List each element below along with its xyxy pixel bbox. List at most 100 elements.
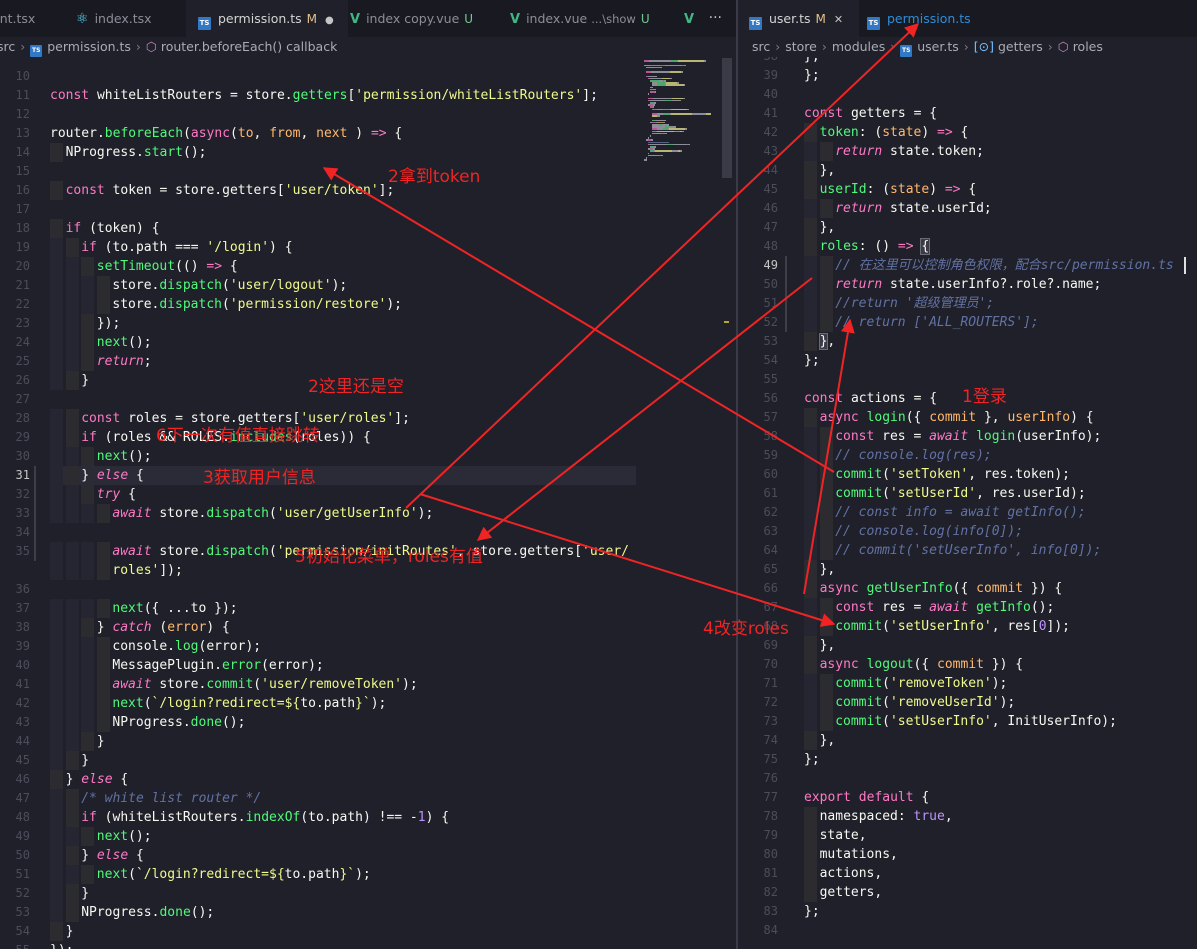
indent-guide — [50, 352, 63, 371]
tab-ent-tsx[interactable]: ent.tsx — [0, 0, 62, 37]
code-token: 'setUserInfo' — [889, 714, 992, 729]
code-line: try { — [97, 485, 136, 504]
indent-guide — [804, 883, 817, 902]
code-token: }, — [819, 733, 836, 748]
indent-guide — [81, 276, 95, 295]
breadcrumb-item[interactable]: getters — [998, 39, 1043, 54]
code-line: await store.commit('user/removeToken'); — [112, 675, 417, 694]
right-code-editor[interactable]: 38 39 40 41 42 43 44 45 46 47 48 49 50 51 52 53 54 55 56 57… — [738, 57, 1197, 949]
code-token: }) { — [983, 657, 1024, 672]
line-number: 44 — [763, 163, 778, 177]
tab-permission-ts[interactable]: TS permission.ts — [858, 0, 987, 37]
minimap-stroke — [685, 128, 688, 130]
indent-guide — [65, 333, 79, 352]
code-line: userId: (state) => { — [820, 180, 977, 199]
breadcrumb-item[interactable]: roles — [1073, 39, 1103, 54]
code-token: { — [920, 238, 931, 255]
annot-change-roles: 4改变roles — [703, 619, 789, 639]
code-token: res = — [882, 429, 930, 444]
code-token: ( — [151, 620, 168, 635]
code-token: 'user/logout' — [229, 278, 332, 293]
code-token: userInfo — [1007, 410, 1071, 425]
minimap-stroke — [650, 71, 671, 73]
code-token: : () — [858, 239, 898, 254]
more-actions-icon[interactable]: ··· — [709, 0, 722, 37]
line-number: 51 — [15, 867, 30, 881]
annot-get-userinfo: 3获取用户信息 — [203, 468, 316, 488]
line-number: 59 — [763, 448, 778, 462]
code-token: ( — [882, 676, 890, 691]
code-line: roles: () => { — [819, 237, 931, 256]
line-number: 13 — [15, 126, 30, 140]
breadcrumb-item[interactable]: permission.ts — [47, 39, 131, 54]
code-token: ( — [882, 486, 890, 501]
code-line: }; — [804, 351, 820, 370]
code-token: await — [112, 544, 152, 559]
code-line: commit('setUserInfo', res[0]); — [835, 617, 1070, 636]
indent-guide — [50, 371, 63, 390]
tab-index-tsx[interactable]: ⚛ index.tsx — [64, 0, 196, 37]
left-code-editor[interactable]: 10 11 12 13 14 15 16 17 18 19 20 21 22 23 24 25 26 27 28 29… — [0, 57, 736, 949]
code-token: (whiteListRouters. — [96, 810, 246, 825]
line-number: 38 — [15, 620, 30, 634]
breadcrumb-item[interactable]: user.ts — [917, 39, 959, 54]
code-token: const — [835, 600, 883, 615]
tab-index-vue[interactable]: Vindex.vue ...\show U — [498, 0, 676, 37]
line-number: 45 — [763, 182, 778, 196]
code-token: 'permission/whiteListRouters' — [355, 88, 583, 103]
code-token: // 在这里可以控制角色权限，配合src/permission.ts — [835, 258, 1174, 273]
code-token: // commit('setUserInfo', info[0]); — [835, 543, 1102, 558]
line-number: 43 — [763, 144, 778, 158]
untracked-badge: U — [640, 12, 650, 26]
code-line: // console.log(res); — [835, 446, 992, 465]
code-token: done — [159, 905, 191, 920]
code-token: => — [370, 126, 387, 141]
tab-user-ts[interactable]: TS user.ts M ✕ — [738, 0, 859, 37]
tab-overflow-vue[interactable]: V — [672, 0, 708, 37]
vertical-scrollbar[interactable] — [722, 58, 732, 178]
code-line: } — [81, 371, 89, 390]
breadcrumb-item[interactable]: src — [752, 39, 770, 54]
code-token: 'user/token' — [284, 183, 379, 198]
indent-guide — [81, 827, 95, 846]
code-token: to.path — [284, 867, 340, 882]
indent-guide — [819, 617, 833, 636]
code-token: 'user/ — [582, 544, 629, 559]
minimap-stroke — [646, 66, 655, 69]
code-token: dispatch — [159, 278, 222, 293]
breadcrumb-item[interactable]: router.beforeEach() callback — [161, 39, 337, 54]
code-token: commit — [835, 714, 883, 729]
tab-index-copy-vue[interactable]: Vindex copy.vue U — [338, 0, 500, 37]
indent-guide — [804, 712, 817, 731]
code-token: (error); — [198, 639, 262, 654]
line-number: 54 — [15, 924, 30, 938]
line-number: 25 — [15, 354, 30, 368]
line-number: 44 — [15, 734, 30, 748]
code-token: , — [253, 126, 270, 141]
breadcrumb-item[interactable]: src — [0, 39, 15, 54]
indent-guide — [50, 295, 63, 314]
tab-permission-ts[interactable]: TS permission.ts M ● — [186, 0, 348, 37]
code-line: store.dispatch('permission/restore'); — [112, 295, 402, 314]
code-token: , res.token); — [968, 467, 1071, 482]
unsaved-dot-icon[interactable]: ● — [325, 15, 334, 26]
indent-guide — [804, 864, 817, 883]
indent-guide — [50, 276, 63, 295]
line-number: 54 — [763, 353, 778, 367]
code-token: 'setUserInfo' — [889, 619, 992, 634]
indent-guide — [81, 314, 95, 333]
code-line: const token = store.getters['user/token'… — [66, 181, 395, 200]
code-token: (() — [175, 259, 207, 274]
code-token: roles — [819, 239, 859, 254]
minimap[interactable] — [644, 58, 718, 178]
breadcrumb-item[interactable]: store — [785, 39, 817, 54]
indent-guide — [81, 637, 95, 656]
close-icon[interactable]: ✕ — [834, 13, 843, 26]
minimap-stroke — [662, 108, 670, 111]
indent-guide — [819, 142, 833, 161]
line-number: 53 — [15, 905, 30, 919]
breadcrumb-item[interactable]: modules — [832, 39, 885, 54]
line-number: 71 — [763, 676, 778, 690]
code-line: commit('setUserInfo', InitUserInfo); — [835, 712, 1117, 731]
code-token: store. — [151, 677, 207, 692]
